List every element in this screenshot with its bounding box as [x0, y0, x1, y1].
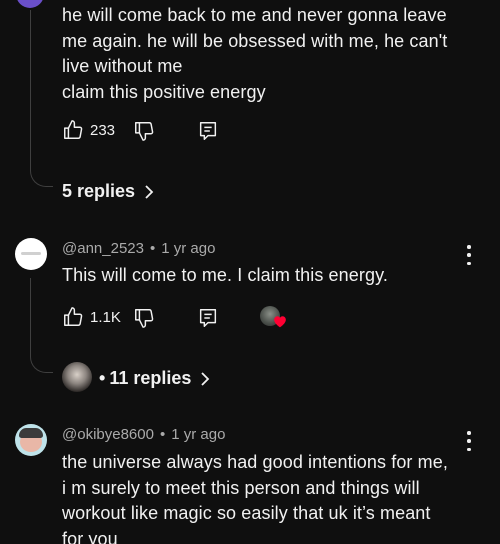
comment2-more-button[interactable] [464, 245, 474, 265]
comment2-meta: @ann_2523 • 1 yr ago [62, 240, 216, 257]
comment1-replies-label: 5 replies [62, 181, 136, 201]
comment1-text: he will come back to me and never gonna … [62, 3, 482, 105]
comment2-reply-button[interactable] [197, 307, 219, 334]
comment2-text: This will come to me. I claim this energ… [62, 265, 388, 285]
thread-curve [30, 168, 53, 187]
comment3-author[interactable]: @okibye8600 [62, 426, 154, 443]
comment1-dislike-button[interactable] [133, 120, 155, 147]
thread-line [30, 278, 31, 356]
comment3-line-3: workout like magic so easily that uk it’… [62, 503, 431, 523]
comment1-reply-button[interactable] [197, 120, 219, 147]
okibye-avatar[interactable] [15, 424, 47, 456]
comment1-avatar[interactable] [16, 0, 44, 8]
comment3-more-button[interactable] [464, 431, 474, 451]
comment2-like-button[interactable]: 1.1K [62, 306, 121, 328]
comment1-replies-link[interactable]: 5 replies [62, 181, 155, 202]
comment1-line-3: live without me [62, 56, 183, 76]
dislike-icon [135, 309, 154, 328]
thread-line [30, 10, 31, 170]
avatar-logo-text [21, 252, 41, 255]
comment3-time: 1 yr ago [171, 426, 226, 443]
comment1-like-count: 233 [90, 121, 116, 139]
like-icon [64, 307, 83, 326]
reply-icon [199, 309, 217, 327]
dislike-icon [135, 122, 154, 141]
comment2-replies-dot: • [99, 368, 106, 388]
avatar-hair [19, 428, 43, 438]
like-icon [64, 120, 83, 139]
comment2-time: 1 yr ago [161, 240, 216, 257]
comment2-like-count: 1.1K [90, 308, 121, 326]
heart-icon [274, 316, 286, 328]
comment3-line-4: for you [62, 528, 118, 544]
comment2-replies-link[interactable]: • 11 replies [99, 368, 211, 389]
comment3-meta: @okibye8600 • 1 yr ago [62, 426, 226, 443]
comments-screen: he will come back to me and never gonna … [0, 0, 500, 544]
comment1-like-button[interactable]: 233 [62, 119, 115, 141]
comment2-dislike-button[interactable] [133, 307, 155, 334]
comment1-line-1: he will come back to me and never gonna … [62, 5, 447, 25]
comment1-line-2: me again. he will be obsessed with me, h… [62, 30, 448, 51]
chevron-right-icon [145, 184, 154, 199]
comment3-line-1: the universe always had good intentions … [62, 452, 448, 472]
reply-author-avatar[interactable] [62, 362, 92, 392]
comment3-text: the universe always had good intentions … [62, 450, 482, 544]
thread-curve [30, 354, 53, 373]
comment2-replies-label: 11 replies [109, 368, 192, 388]
ann-avatar[interactable] [15, 238, 47, 270]
comment1-line-4: claim this positive energy [62, 81, 266, 102]
chevron-right-icon [201, 371, 210, 386]
creator-heart-badge [260, 306, 290, 332]
comment2-author[interactable]: @ann_2523 [62, 240, 144, 257]
comment3-line-2: i m surely to meet this person and thing… [62, 477, 420, 498]
reply-icon [199, 122, 217, 140]
